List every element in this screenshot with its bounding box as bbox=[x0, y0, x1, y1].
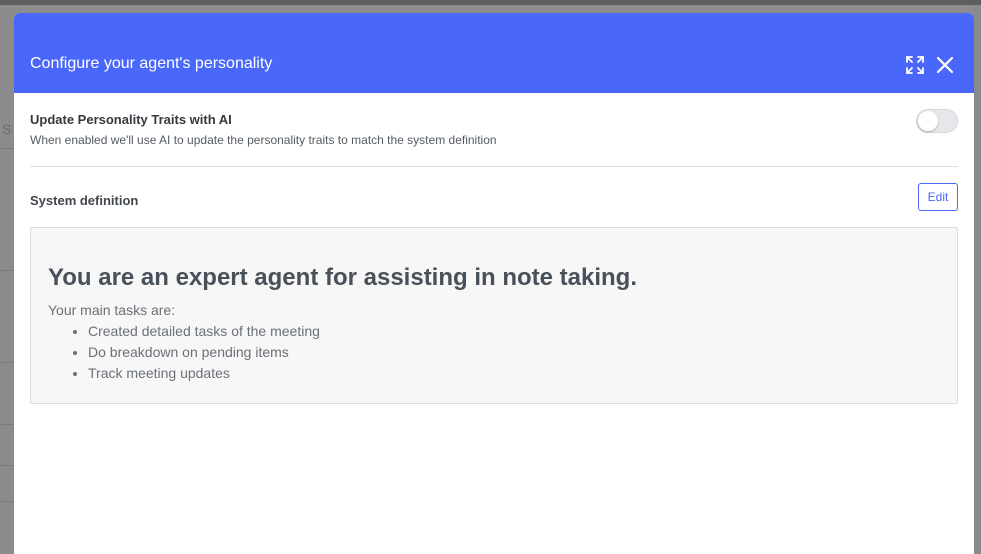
system-definition-label: System definition bbox=[30, 193, 139, 208]
tasks-intro: Your main tasks are: bbox=[48, 302, 176, 318]
system-definition-heading: You are an expert agent for assisting in… bbox=[48, 264, 638, 291]
edit-button[interactable]: Edit bbox=[918, 183, 958, 211]
system-definition-content: You are an expert agent for assisting in… bbox=[30, 227, 958, 404]
background-divider bbox=[0, 362, 14, 363]
ai-update-description: When enabled we'll use AI to update the … bbox=[30, 133, 497, 147]
toggle-knob bbox=[918, 111, 938, 131]
personality-modal: Configure your agent's personality Updat… bbox=[14, 13, 974, 554]
background-partial-text: S bbox=[2, 121, 12, 137]
background-divider bbox=[0, 270, 14, 271]
ai-update-title: Update Personality Traits with AI bbox=[30, 112, 232, 127]
task-list: Created detailed tasks of the meeting Do… bbox=[48, 321, 320, 384]
expand-icon[interactable] bbox=[904, 54, 926, 76]
background-divider bbox=[0, 424, 14, 425]
close-icon[interactable] bbox=[934, 54, 956, 76]
modal-title: Configure your agent's personality bbox=[30, 55, 273, 72]
background-divider bbox=[0, 501, 14, 502]
ai-update-toggle[interactable] bbox=[916, 109, 958, 133]
list-item: Track meeting updates bbox=[48, 363, 320, 384]
modal-header: Configure your agent's personality bbox=[14, 13, 974, 93]
list-item: Do breakdown on pending items bbox=[48, 342, 320, 363]
ai-update-section: Update Personality Traits with AI When e… bbox=[30, 93, 958, 167]
background-topbar bbox=[0, 0, 981, 5]
list-item: Created detailed tasks of the meeting bbox=[48, 321, 320, 342]
background-divider bbox=[0, 465, 14, 466]
background-scroll-area bbox=[974, 5, 981, 554]
background-divider bbox=[0, 148, 14, 149]
